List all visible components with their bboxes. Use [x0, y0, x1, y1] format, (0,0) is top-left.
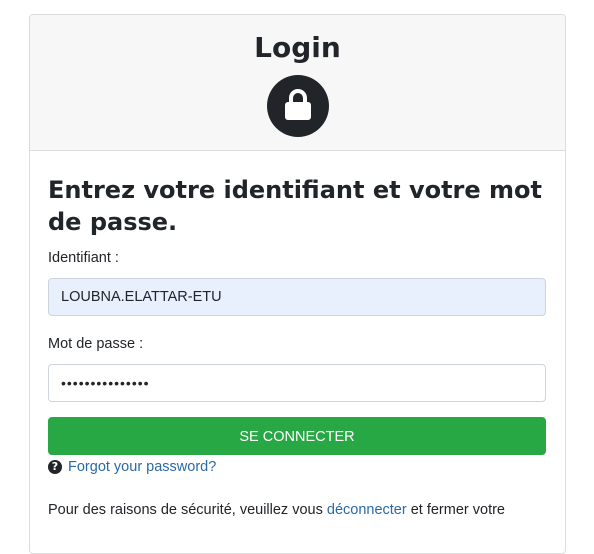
username-label: Identifiant : [48, 250, 119, 266]
login-prompt-heading: Entrez votre identifiant et votre mot de… [48, 176, 542, 236]
question-circle-icon: ? [48, 460, 62, 474]
logout-link[interactable]: déconnecter [327, 502, 407, 518]
security-notice: Pour des raisons de sécurité, veuillez v… [48, 499, 553, 521]
username-input[interactable] [48, 278, 546, 316]
notice-text-before: Pour des raisons de sécurité, veuillez v… [48, 502, 327, 518]
forgot-password-row: ? Forgot your password? [48, 459, 216, 475]
password-label: Mot de passe : [48, 336, 144, 352]
forgot-password-link[interactable]: Forgot your password? [68, 459, 216, 475]
login-submit-button[interactable]: SE CONNECTER [48, 417, 546, 455]
password-input[interactable]: ••••••••••••••• [48, 364, 546, 402]
card-body: Entrez votre identifiant et votre mot de… [29, 14, 566, 521]
notice-text-after: et fermer votre [406, 502, 505, 518]
